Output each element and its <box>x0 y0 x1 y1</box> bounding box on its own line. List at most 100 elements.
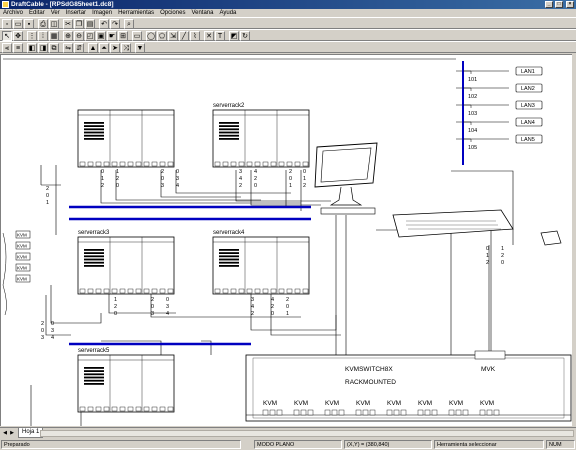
lan-port-number: 101 <box>468 77 477 83</box>
print-preview-icon[interactable]: ◫ <box>49 19 59 29</box>
cable-code: 3 <box>239 169 242 175</box>
cable-code: 2 <box>289 169 292 175</box>
copy-icon[interactable]: ❐ <box>74 19 84 29</box>
menu-ver[interactable]: Ver <box>48 9 63 17</box>
new-file-icon[interactable]: ▫ <box>2 19 12 29</box>
close-button[interactable]: × <box>566 1 574 8</box>
kvm-port-label: KVM <box>480 400 494 407</box>
cable-code: 2 <box>486 260 489 266</box>
pan-icon[interactable]: ☛ <box>107 31 117 41</box>
table-icon[interactable]: ▦ <box>49 31 59 41</box>
lan-ports: 101 LAN1 102 LAN2 103 LAN3 104 LAN4 105 LAN5 <box>463 66 543 151</box>
kvm-port-label: KVM <box>356 400 370 407</box>
zoom-extents-icon[interactable]: ⊞ <box>118 31 128 41</box>
left-port-label: KVM <box>17 233 27 238</box>
vertical-scrollbar[interactable] <box>572 54 576 426</box>
cable-code: 2 <box>101 183 104 189</box>
drawing-canvas[interactable]: serverrack2 serverrack3 serverrack4 serverr… <box>0 54 576 426</box>
ellipse-icon[interactable]: ◯ <box>146 31 156 41</box>
flip-v-icon[interactable]: ⇵ <box>74 43 84 53</box>
menu-ventana[interactable]: Ventana <box>188 9 216 17</box>
rectangle-icon[interactable]: ▭ <box>132 31 142 41</box>
cable-code: 0 <box>254 183 257 189</box>
status-hint: Herramienta seleccionar <box>434 440 544 449</box>
zoom-icon[interactable]: ⌕ <box>124 19 134 29</box>
menu-ayuda[interactable]: Ayuda <box>216 9 239 17</box>
cable-code: 1 <box>486 253 489 259</box>
lan-port-number: 103 <box>468 111 477 117</box>
cable-code: 0 <box>286 304 289 310</box>
undo-icon[interactable]: ↶ <box>99 19 109 29</box>
cable-code: 1 <box>501 246 504 252</box>
menu-herramientas[interactable]: Herramientas <box>115 9 157 17</box>
paste-icon[interactable]: ▤ <box>85 19 95 29</box>
zoom-window-icon[interactable]: ◰ <box>85 31 95 41</box>
cable-code: 4 <box>239 176 242 182</box>
bring-front-icon[interactable]: ◧ <box>27 43 37 53</box>
zoom-in-icon[interactable]: ⊕ <box>63 31 73 41</box>
status-bar: Preparado MODO PLANO (X,Y) = (380,840) H… <box>0 439 576 450</box>
send-back-icon[interactable]: ◨ <box>38 43 48 53</box>
menu-editar[interactable]: Editar <box>26 9 48 17</box>
connector-icon[interactable]: ⇲ <box>168 31 178 41</box>
arrow-down-blue-icon[interactable]: ▼ <box>135 43 145 53</box>
app-icon <box>2 1 9 8</box>
menu-imagen[interactable]: Imagen <box>89 9 115 17</box>
print-icon[interactable]: ⎙ <box>38 19 48 29</box>
line-icon[interactable]: ╱ <box>179 31 189 41</box>
toolbar-draw: ↖ ✥ ⋮ ⁞ ▦ ⊕ ⊖ ◰ ▣ ☛ ⊞ ▭ ◯ ⬠ ⇲ ╱ ⌇ ✕ T ◩ … <box>0 29 576 41</box>
polygon-icon[interactable]: ⬠ <box>157 31 167 41</box>
zoom-all-icon[interactable]: ▣ <box>96 31 106 41</box>
cable-code: 1 <box>303 176 306 182</box>
cable-code: 0 <box>303 169 306 175</box>
lan-port-number: 105 <box>468 145 477 151</box>
menu-archivo[interactable]: Archivo <box>0 9 26 17</box>
grid-dots-icon[interactable]: ⁞ <box>38 31 48 41</box>
status-num: NUM <box>546 440 575 449</box>
server-rack-name: serverrack3 <box>78 230 110 236</box>
menu-opciones[interactable]: Opciones <box>157 9 188 17</box>
polyline-icon[interactable]: ⌇ <box>190 31 200 41</box>
cable-code: 3 <box>151 311 154 317</box>
save-icon[interactable]: ▪ <box>24 19 34 29</box>
kvm-port-label: KVM <box>418 400 432 407</box>
cable-code: 0 <box>116 183 119 189</box>
cable-code: 2 <box>303 183 306 189</box>
align-center-icon[interactable]: ≡ <box>13 43 23 53</box>
redo-icon[interactable]: ↷ <box>110 19 120 29</box>
window-title: DraftCable - [RPSdG85heet1.dc8] <box>11 1 114 8</box>
first-sheet-icon[interactable]: ◀ <box>2 430 8 437</box>
horizontal-scrollbar[interactable] <box>40 430 574 437</box>
lan-label: LAN5 <box>521 137 535 143</box>
group-icon[interactable]: ⧉ <box>49 43 59 53</box>
arrow-up-blue-icon[interactable]: ⏶ <box>99 43 109 53</box>
minimize-button[interactable]: _ <box>545 1 553 8</box>
move-icon[interactable]: ✥ <box>13 31 23 41</box>
mvk-label: MVK <box>481 366 496 373</box>
arrow-split-icon[interactable]: ⤨ <box>121 43 131 53</box>
cable-code: 4 <box>176 183 179 189</box>
next-sheet-icon[interactable]: ▶ <box>9 430 15 437</box>
cable-code: 0 <box>46 193 49 199</box>
keyboard <box>392 209 562 246</box>
rotate-icon[interactable]: ↻ <box>240 31 250 41</box>
cable-code: 2 <box>254 176 257 182</box>
window-titlebar: DraftCable - [RPSdG85heet1.dc8] _ □ × <box>0 0 576 9</box>
image-icon[interactable]: ◩ <box>229 31 239 41</box>
cable-code: 3 <box>166 304 169 310</box>
open-folder-icon[interactable]: ▭ <box>13 19 23 29</box>
flip-h-icon[interactable]: ⇋ <box>63 43 73 53</box>
lan-label: LAN4 <box>521 120 535 126</box>
arrow-right-blue-icon[interactable]: ➤ <box>110 43 120 53</box>
arrow-up-icon[interactable]: ▲ <box>88 43 98 53</box>
zoom-out-icon[interactable]: ⊖ <box>74 31 84 41</box>
cable-code: 2 <box>251 311 254 317</box>
pointer-select-icon[interactable]: ↖ <box>2 31 12 41</box>
cut-icon[interactable]: ✂ <box>63 19 73 29</box>
grid-icon[interactable]: ⋮ <box>27 31 37 41</box>
maximize-button[interactable]: □ <box>555 1 563 8</box>
text-icon[interactable]: T <box>215 31 225 41</box>
delete-icon[interactable]: ✕ <box>204 31 214 41</box>
menu-insertar[interactable]: Insertar <box>63 9 89 17</box>
align-left-icon[interactable]: ⫷ <box>2 43 12 53</box>
